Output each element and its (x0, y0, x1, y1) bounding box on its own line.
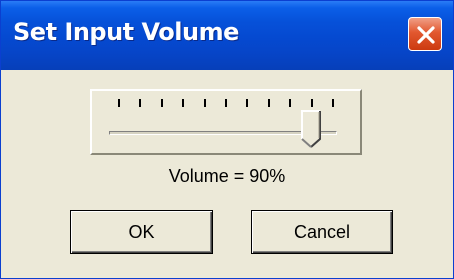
slider-tick (139, 99, 142, 107)
slider-tick (267, 99, 270, 107)
slider-tick (203, 99, 206, 107)
dialog-body: Volume = 90% OK Cancel (1, 70, 453, 278)
title-bar[interactable]: Set Input Volume (1, 1, 453, 70)
slider-tick (118, 99, 120, 107)
close-button[interactable] (408, 17, 442, 51)
slider-tick (310, 99, 313, 107)
volume-readout: Volume = 90% (168, 166, 286, 186)
slider-tick (246, 99, 249, 107)
volume-slider[interactable] (90, 89, 362, 155)
close-icon (417, 26, 435, 44)
ok-button[interactable]: OK (70, 210, 213, 254)
slider-tick (160, 99, 163, 107)
dialog-title: Set Input Volume (13, 18, 239, 46)
slider-tick (332, 99, 334, 107)
slider-tick (225, 99, 227, 107)
set-input-volume-dialog: Set Input Volume Volume = 90% OK Cancel (0, 0, 454, 279)
slider-thumb-shape (300, 110, 321, 148)
cancel-button[interactable]: Cancel (251, 210, 393, 254)
slider-tick (289, 99, 292, 107)
slider-tick (182, 99, 185, 107)
